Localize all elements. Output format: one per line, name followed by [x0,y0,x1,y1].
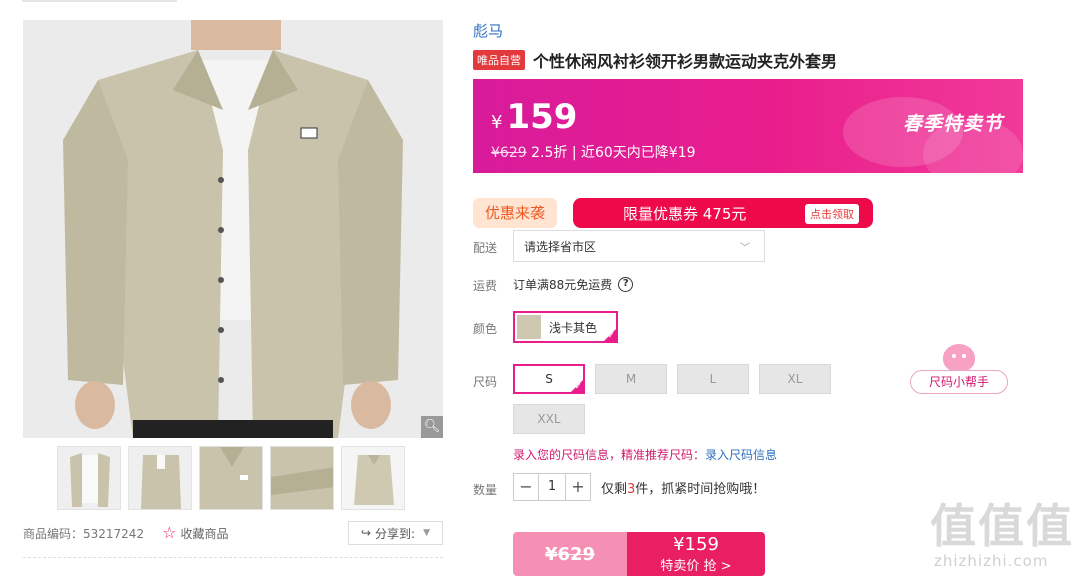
size-info-link[interactable]: 录入尺码信息 [705,448,777,462]
region-select[interactable]: 请选择省市区 ﹀ [513,230,765,262]
price-banner: ¥ 159 ¥629 2.5折 | 近60天内已降¥19 春季特卖节 [473,79,1023,173]
thumbnail-3[interactable] [199,446,263,510]
original-price: ¥629 [491,145,527,161]
plus-button[interactable]: + [566,474,590,500]
chevron-down-icon: ﹀ [740,243,750,254]
top-divider [22,0,177,2]
quantity-stepper: − 1 + [513,473,591,501]
star-icon: ☆ [162,523,177,542]
thumbnail-1[interactable] [57,446,121,510]
size-option-xl[interactable]: XL [759,364,831,394]
claim-coupon-button[interactable]: 点击领取 [805,204,859,224]
buy-now-button[interactable]: ¥159 特卖价 抢 > [627,532,765,576]
watermark: 值值值 zhizhizhi.com [930,500,1074,570]
coupon-text: 限量优惠券 475元 [623,204,747,223]
price-drop-note: | 近60天内已降¥19 [571,145,696,161]
caret-down-icon: ▼ [423,528,431,538]
help-icon[interactable]: ? [618,277,634,292]
favorite-button[interactable]: ☆ 收藏商品 [162,525,228,542]
watermark-url: zhizhizhi.com [934,552,1049,570]
size-info-text: 录入您的尺码信息，精准推荐尺码： [513,448,706,462]
buy-original-price: ¥629 [513,532,627,576]
check-icon: ✓ [607,331,615,341]
currency-symbol: ¥ [491,112,503,133]
buy-price: ¥159 [673,533,719,555]
delivery-label: 配送 [473,241,498,255]
promo-tag: 优惠来袭 [473,198,557,228]
shipping-text: 订单满88元免运费 [513,278,613,292]
promo-row: 优惠来袭 限量优惠券 475元 点击领取 [473,198,873,228]
size-option-s[interactable]: S ✓ [513,364,585,394]
main-product-image[interactable]: 🔍︎ [23,20,443,438]
title-row: 唯品自营 个性休闲风衬衫领开衫男款运动夹克外套男 [473,48,837,72]
product-title: 个性休闲风衬衫领开衫男款运动夹克外套男 [533,52,838,71]
divider [23,557,443,558]
watermark-logo: 值值值 [930,499,1074,553]
favorite-label: 收藏商品 [180,526,229,541]
buy-action-label: 特卖价 抢 > [660,558,732,574]
zoom-icon[interactable]: 🔍︎ [421,416,443,438]
color-swatch-image [517,315,541,339]
brand-link[interactable]: 彪马 [473,20,503,41]
size-label: 尺码 [473,375,498,389]
size-option-xxl[interactable]: XXL [513,404,585,434]
quantity-label: 数量 [473,483,498,497]
shipping-info: 订单满88元免运费 ? [513,276,634,293]
minus-button[interactable]: − [514,474,538,500]
quantity-input[interactable]: 1 [538,474,566,500]
size-option-l[interactable]: L [677,364,749,394]
mascot-icon [943,344,975,372]
thumbnail-2[interactable] [128,446,192,510]
share-button[interactable]: ↪ 分享到: ▼ [348,521,443,545]
coupon-banner[interactable]: 限量优惠券 475元 点击领取 [573,198,873,228]
stock-note: 仅剩3件，抓紧时间抢购哦！ [601,478,765,497]
self-operated-badge: 唯品自营 [473,50,525,70]
current-price: ¥ 159 [491,97,577,137]
thumbnail-5[interactable] [341,446,405,510]
region-select-value: 请选择省市区 [524,239,597,254]
product-code: 商品编码：53217242 [23,526,145,541]
thumbnail-strip [57,446,405,510]
stock-note-prefix: 仅剩 [601,481,628,497]
quantity-row: − 1 + 仅剩3件，抓紧时间抢购哦！ [513,473,765,501]
size-helper-button[interactable]: 尺码小帮手 [910,370,1008,394]
color-option-label: 浅卡其色 [549,320,598,335]
festival-label: 春季特卖节 [902,113,1003,135]
size-helper[interactable]: 尺码小帮手 [910,344,1008,394]
share-label: 分享到: [375,526,416,541]
product-meta-row: 商品编码：53217242 ☆ 收藏商品 ↪ 分享到: ▼ [23,521,443,545]
buy-bar[interactable]: ¥629 ¥159 特卖价 抢 > [513,532,765,576]
size-info-row: 录入您的尺码信息，精准推荐尺码：录入尺码信息 [513,446,777,463]
size-option-m[interactable]: M [595,364,667,394]
price-value: 159 [506,97,578,137]
thumbnail-4[interactable] [270,446,334,510]
check-icon: ✓ [574,382,582,392]
size-option-label: S [545,372,553,386]
stock-note-suffix: 件，抓紧时间抢购哦！ [635,481,766,497]
price-subline: ¥629 2.5折 | 近60天内已降¥19 [491,142,696,162]
shipping-label: 运费 [473,279,498,293]
color-label: 颜色 [473,322,498,336]
discount-rate: 2.5折 [531,145,568,161]
share-icon: ↪ [360,526,372,540]
color-option-selected[interactable]: 浅卡其色 ✓ [513,311,618,343]
